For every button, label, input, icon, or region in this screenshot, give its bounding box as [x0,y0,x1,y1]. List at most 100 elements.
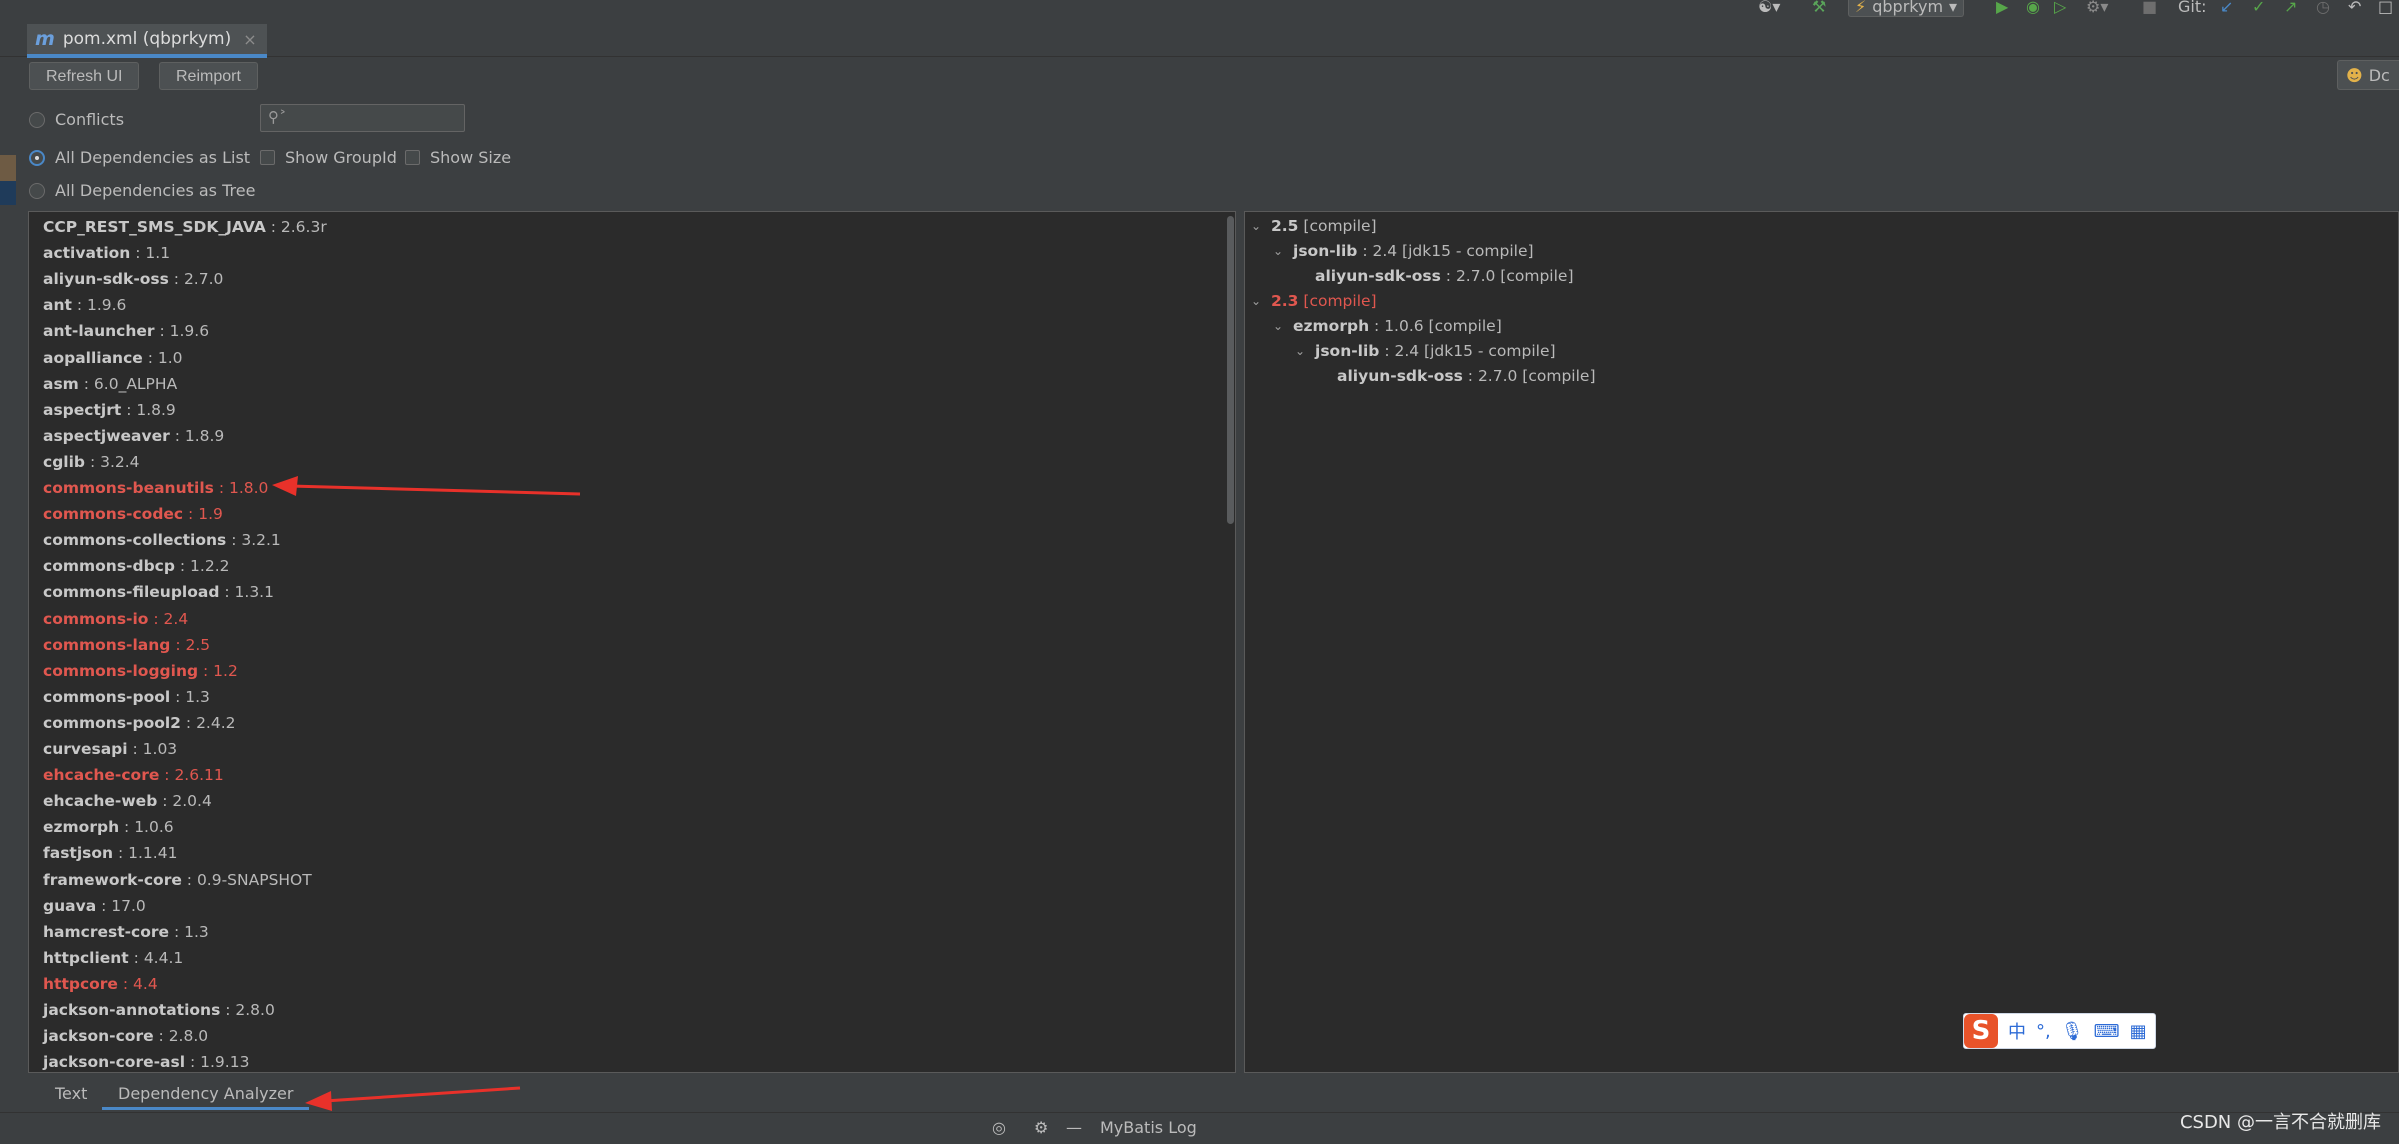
dependency-separator: : [181,870,197,889]
dependency-row[interactable]: asm : 6.0_ALPHA [43,371,177,397]
dependency-row[interactable]: commons-dbcp : 1.2.2 [43,553,230,579]
chevron-down-icon[interactable]: ⌄ [1273,314,1285,339]
doc-button[interactable]: ☻ Dc [2337,60,2399,90]
dependency-name: commons-pool2 [43,713,181,732]
radio-all-as-list-indicator[interactable] [29,149,45,166]
ime-punctuation[interactable]: °, [2036,1021,2051,1042]
dependency-row[interactable]: jackson-annotations : 2.8.0 [43,997,275,1023]
coverage-icon[interactable]: ▷ [2054,0,2066,16]
csdn-watermark: CSDN @一言不合就删库 [2179,1112,2381,1133]
dependency-row[interactable]: cglib : 3.2.4 [43,449,140,475]
radio-all-as-tree-indicator[interactable] [29,182,45,199]
dependency-version: 2.0.4 [172,792,212,811]
radio-conflicts-indicator[interactable] [29,111,45,128]
tree-node[interactable]: ⌄ ezmorph : 1.0.6 [compile] [1273,314,1502,339]
show-size-checkbox[interactable]: Show Size [405,148,511,167]
dependency-row[interactable]: ehcache-web : 2.0.4 [43,788,212,814]
debug-icon[interactable]: ◉ [2026,0,2040,16]
dependency-version: 1.1 [145,244,171,263]
rollback-icon[interactable]: ↶ [2348,0,2361,16]
tab-dependency-analyzer[interactable]: Dependency Analyzer [102,1081,310,1110]
list-scrollbar[interactable] [1227,216,1234,524]
dependency-row[interactable]: jackson-core : 2.8.0 [43,1023,208,1049]
tree-node[interactable]: aliyun-sdk-oss : 2.7.0 [compile] [1295,264,1574,289]
reimport-button[interactable]: Reimport [159,62,258,90]
dependency-usage-tree[interactable]: ⌄ 2.5 [compile] ⌄ json-lib : 2.4 [jdk15 - c… [1244,211,2399,1073]
profile-icon[interactable]: ⚙▾ [2086,0,2108,16]
stop-icon[interactable]: ■ [2142,0,2157,16]
dependency-row[interactable]: ezmorph : 1.0.6 [43,814,174,840]
dependency-list[interactable]: CCP_REST_SMS_SDK_JAVA : 2.6.3r activation… [28,211,1236,1073]
dependency-row[interactable]: aspectjrt : 1.8.9 [43,397,176,423]
radio-all-as-tree[interactable]: All Dependencies as Tree [29,181,255,200]
dependency-row[interactable]: guava : 17.0 [43,893,146,919]
git-update-icon[interactable]: ↙ [2220,0,2233,16]
keyboard-icon[interactable]: ⌨ [2094,1021,2120,1042]
tree-node[interactable]: ⌄ 2.5 [compile] [1251,214,1377,239]
show-groupid-checkbox[interactable]: Show GroupId [260,148,397,167]
dependency-row[interactable]: httpclient : 4.4.1 [43,945,183,971]
grid-menu-icon[interactable]: ▦ [2130,1021,2147,1042]
radio-conflicts-label: Conflicts [55,110,125,129]
minimize-icon[interactable]: — [1066,1118,1082,1137]
dependency-row[interactable]: commons-logging : 1.2 [43,658,238,684]
radio-conflicts[interactable]: Conflicts [29,110,124,129]
doc-button-label: Dc [2368,65,2390,85]
dependency-row[interactable]: ehcache-core : 2.6.11 [43,762,224,788]
dependency-row[interactable]: CCP_REST_SMS_SDK_JAVA : 2.6.3r [43,214,327,240]
dependency-row[interactable]: httpcore : 4.4 [43,971,158,997]
tree-node[interactable]: ⌄ json-lib : 2.4 [jdk15 - compile] [1295,339,1556,364]
dependency-row[interactable]: commons-beanutils : 1.8.0 [43,475,268,501]
dependency-row[interactable]: commons-lang : 2.5 [43,632,210,658]
dependency-row[interactable]: ant-launcher : 1.9.6 [43,318,209,344]
chevron-down-icon[interactable]: ⌄ [1295,339,1307,364]
dependency-row[interactable]: commons-codec : 1.9 [43,501,223,527]
dependency-row[interactable]: commons-io : 2.4 [43,606,188,632]
microphone-icon[interactable]: 🎙 [2061,1021,2084,1042]
dependency-row[interactable]: aspectjweaver : 1.8.9 [43,423,224,449]
dependency-row[interactable]: fastjson : 1.1.41 [43,840,177,866]
dependency-row[interactable]: curvesapi : 1.03 [43,736,177,762]
user-icon[interactable]: ☯▾ [1758,0,1780,16]
close-icon[interactable]: × [243,30,256,49]
dependency-row[interactable]: aopalliance : 1.0 [43,345,183,371]
dependency-search[interactable]: ⚲˃ [260,104,465,132]
dependency-row[interactable]: framework-core : 0.9-SNAPSHOT [43,867,312,893]
run-config-selector[interactable]: ⚡ qbprkym ▾ [1848,0,1965,17]
chevron-down-icon[interactable]: ⌄ [1273,239,1285,264]
git-commit-icon[interactable]: ✓ [2252,0,2265,16]
build-hammer-icon[interactable]: ⚒ [1812,0,1826,16]
dependency-row[interactable]: ant : 1.9.6 [43,292,126,318]
chevron-down-icon[interactable]: ⌄ [1251,214,1263,239]
target-icon[interactable]: ◎ [992,1118,1006,1137]
ime-toolbar[interactable]: S 中 °, 🎙 ⌨ ▦ [1963,1013,2156,1049]
git-history-icon[interactable]: ◷ [2316,0,2330,16]
dependency-row[interactable]: commons-fileupload : 1.3.1 [43,579,274,605]
run-icon[interactable]: ▶ [1996,0,2008,16]
dependency-row[interactable]: commons-collections : 3.2.1 [43,527,281,553]
tab-text[interactable]: Text [45,1081,97,1107]
refresh-ui-button[interactable]: Refresh UI [29,62,140,90]
radio-all-as-list[interactable]: All Dependencies as List [29,148,250,167]
git-push-icon[interactable]: ↗ [2284,0,2297,16]
tree-node[interactable]: ⌄ json-lib : 2.4 [jdk15 - compile] [1273,239,1534,264]
dependency-row[interactable]: commons-pool2 : 2.4.2 [43,710,236,736]
gear-icon[interactable]: ⚙ [1034,1118,1048,1137]
dependency-row[interactable]: jackson-core-asl : 1.9.13 [43,1049,249,1072]
show-size-box[interactable] [405,150,420,165]
show-size-label: Show Size [430,148,512,167]
search-input[interactable] [289,108,461,130]
ime-language[interactable]: 中 [2008,1018,2026,1044]
dependency-name: CCP_REST_SMS_SDK_JAVA [43,218,266,236]
dependency-row[interactable]: activation : 1.1 [43,240,170,266]
tree-node[interactable]: aliyun-sdk-oss : 2.7.0 [compile] [1317,364,1596,389]
editor-tab-pom[interactable]: m pom.xml (qbprkym) × [27,24,267,58]
tree-node[interactable]: ⌄ 2.3 [compile] [1251,289,1377,314]
mybatis-log-label[interactable]: MyBatis Log [1100,1118,1197,1137]
more-icon[interactable]: □ [2378,0,2393,16]
show-groupid-box[interactable] [260,150,275,165]
chevron-down-icon[interactable]: ⌄ [1251,289,1263,314]
dependency-row[interactable]: hamcrest-core : 1.3 [43,919,209,945]
dependency-row[interactable]: aliyun-sdk-oss : 2.7.0 [43,266,223,292]
dependency-row[interactable]: commons-pool : 1.3 [43,684,210,710]
